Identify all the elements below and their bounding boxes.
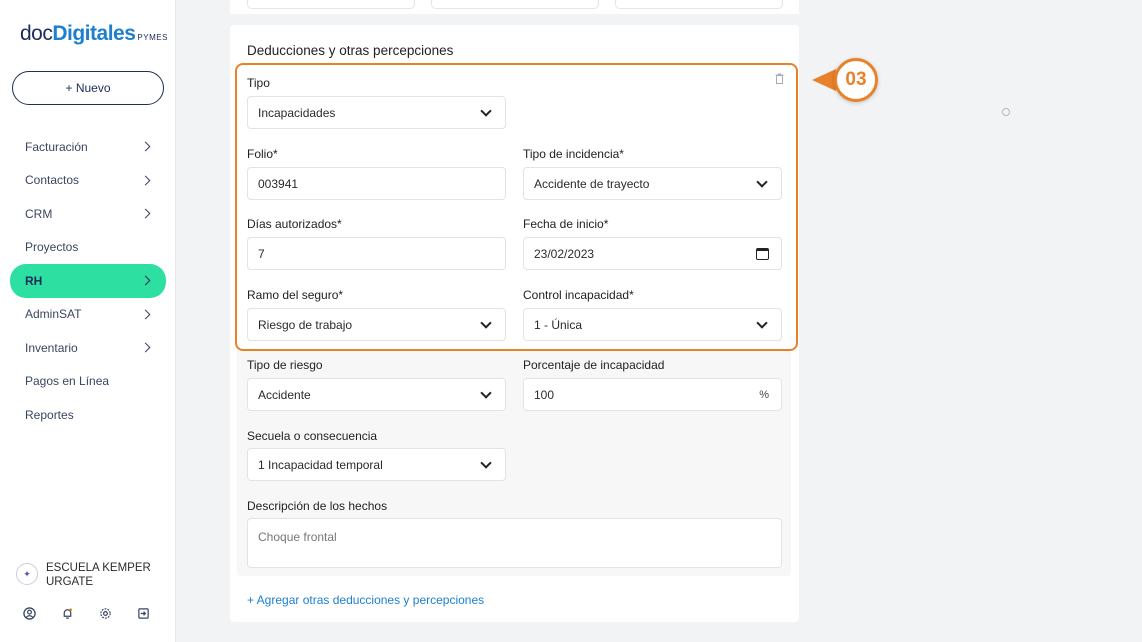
chevron-down-icon — [480, 456, 492, 469]
sidebar-item-rh[interactable]: RH — [10, 264, 166, 298]
chevron-down-icon — [756, 316, 768, 329]
step-number: 03 — [834, 58, 878, 102]
cursor-dot — [1002, 108, 1010, 116]
section-title: Deducciones y otras percepciones — [247, 43, 454, 58]
sidebar-nav: Facturación Contactos CRM Proyectos RH A… — [10, 130, 166, 432]
chevron-right-icon — [140, 342, 151, 353]
sidebar-item-crm[interactable]: CRM — [10, 197, 166, 231]
folio-input[interactable]: 003941 — [247, 167, 506, 200]
chevron-right-icon — [140, 208, 151, 219]
folio-label: Folio* — [247, 147, 278, 161]
gear-icon[interactable] — [98, 606, 112, 620]
user-name-line1: ESCUELA KEMPER — [46, 562, 151, 574]
chevron-right-icon — [140, 141, 151, 152]
secuela-label: Secuela o consecuencia — [247, 429, 378, 443]
sidebar-item-contactos[interactable]: Contactos — [10, 164, 166, 198]
logout-icon[interactable] — [136, 606, 150, 620]
sidebar-item-proyectos[interactable]: Proyectos — [10, 231, 166, 265]
user-profile[interactable]: ✦ ESCUELA KEMPER URGATE — [16, 561, 151, 589]
percent-suffix: % — [759, 388, 769, 401]
dias-autorizados-label: Días autorizados* — [247, 217, 342, 231]
sidebar-item-pagos-en-linea[interactable]: Pagos en Línea — [10, 365, 166, 399]
tipo-incidencia-select[interactable]: Accidente de trayecto — [523, 167, 782, 200]
chevron-right-icon — [140, 175, 151, 186]
sidebar-item-adminsat[interactable]: AdminSAT — [10, 298, 166, 332]
sidebar-item-inventario[interactable]: Inventario — [10, 331, 166, 365]
previous-field-1 — [247, 0, 415, 9]
chevron-right-icon — [140, 309, 151, 320]
chevron-right-icon — [140, 275, 151, 286]
new-button[interactable]: + Nuevo — [12, 71, 164, 105]
descripcion-textarea[interactable]: Choque frontal — [247, 518, 782, 568]
step-badge: 03 — [812, 58, 880, 102]
chevron-down-icon — [756, 175, 768, 188]
control-incapacidad-select[interactable]: 1 - Única — [523, 308, 782, 341]
control-incapacidad-label: Control incapacidad* — [523, 288, 634, 302]
descripcion-label: Descripción de los hechos — [247, 499, 388, 513]
fecha-inicio-label: Fecha de inicio* — [523, 217, 609, 231]
porcentaje-input[interactable]: 100% — [523, 378, 782, 411]
previous-field-2 — [431, 0, 599, 9]
ramo-seguro-select[interactable]: Riesgo de trabajo — [247, 308, 506, 341]
calendar-icon[interactable] — [756, 247, 769, 260]
tipo-riesgo-label: Tipo de riesgo — [247, 358, 323, 372]
tipo-label: Tipo — [247, 76, 270, 90]
user-circle-icon[interactable] — [22, 606, 36, 620]
dias-autorizados-input[interactable]: 7 — [247, 237, 506, 270]
avatar: ✦ — [16, 563, 38, 585]
add-deductions-link[interactable]: + Agregar otras deducciones y percepcion… — [247, 593, 484, 607]
tipo-riesgo-select[interactable]: Accidente — [247, 378, 506, 411]
chevron-down-icon — [480, 104, 492, 117]
chevron-down-icon — [480, 316, 492, 329]
chevron-down-icon — [480, 386, 492, 399]
fecha-inicio-input[interactable]: 23/02/2023 — [523, 237, 782, 270]
trash-icon[interactable] — [775, 73, 784, 87]
sidebar-item-reportes[interactable]: Reportes — [10, 398, 166, 432]
badge-pointer — [812, 69, 836, 91]
bell-icon[interactable] — [60, 606, 74, 620]
sidebar-item-facturacion[interactable]: Facturación — [10, 130, 166, 164]
ramo-seguro-label: Ramo del seguro* — [247, 288, 344, 302]
previous-field-3 — [615, 0, 783, 9]
secuela-select[interactable]: 1 Incapacidad temporal — [247, 448, 506, 481]
tipo-select[interactable]: Incapacidades — [247, 96, 506, 129]
app-logo[interactable]: docDigitales PYMES — [20, 22, 168, 46]
user-name-line2: URGATE — [46, 576, 94, 588]
sidebar: docDigitales PYMES + Nuevo Facturación Co… — [0, 0, 176, 642]
sidebar-bottom-icons — [22, 606, 150, 620]
tipo-incidencia-label: Tipo de incidencia* — [523, 147, 624, 161]
porcentaje-label: Porcentaje de incapacidad — [523, 358, 665, 372]
